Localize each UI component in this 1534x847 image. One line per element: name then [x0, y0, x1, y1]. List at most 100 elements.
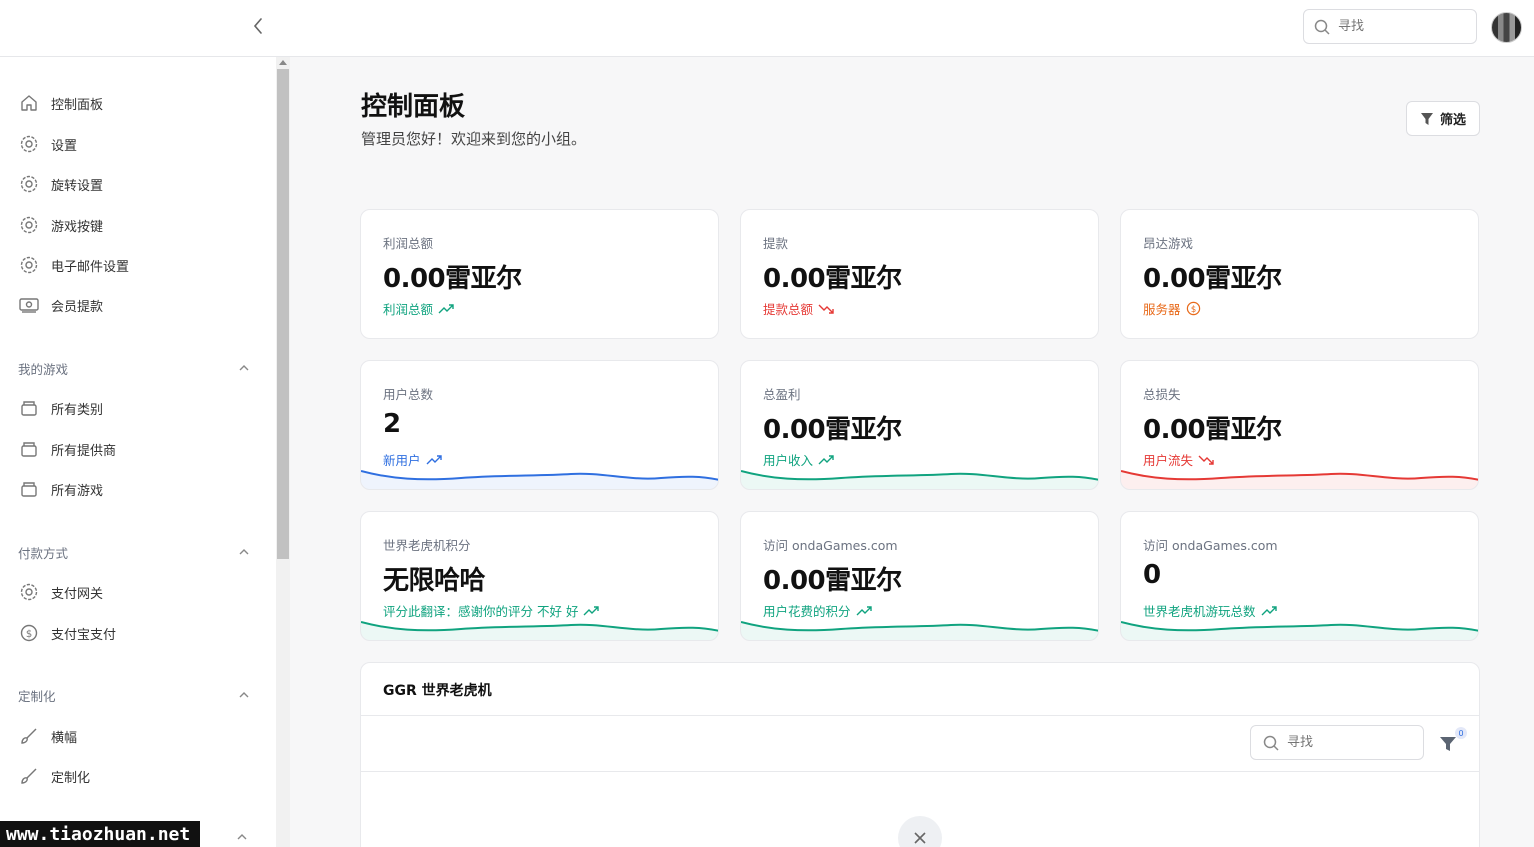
avatar[interactable]	[1491, 12, 1522, 43]
sidebar-item-game-keys[interactable]: 游戏按键	[18, 213, 103, 237]
stat-card-label: 访问 ondaGames.com	[1143, 538, 1278, 553]
sidebar-item-label: 旋转设置	[51, 178, 104, 194]
brush-icon	[18, 765, 40, 787]
sidebar-item-label: 横幅	[51, 730, 78, 746]
stat-card-label: 世界老虎机积分	[383, 538, 471, 553]
watermark: www.tiaozhuan.net	[0, 821, 200, 847]
sidebar-item-email-settings[interactable]: 电子邮件设置	[18, 253, 129, 277]
top-search-box[interactable]	[1303, 9, 1477, 44]
section-customization[interactable]: 定制化	[18, 685, 250, 705]
stat-card-value: 0	[1143, 560, 1161, 590]
stat-card: 世界老虎机积分 无限哈哈 评分此翻译：感谢你的评分 不好 好	[360, 511, 719, 641]
svg-text:$: $	[1190, 304, 1195, 314]
sparkline	[741, 621, 1098, 640]
funnel-icon	[1420, 112, 1433, 125]
sidebar-item-label: 所有类别	[51, 402, 104, 418]
sidebar-item-label: 定制化	[51, 770, 91, 786]
sparkline	[1121, 470, 1478, 489]
gear-icon	[18, 173, 40, 195]
stat-card: 提款 0.00雷亚尔 提款总额	[740, 209, 1099, 339]
search-icon	[1314, 19, 1330, 35]
stat-card-label: 总损失	[1143, 387, 1181, 402]
chevron-up-icon	[239, 365, 249, 371]
stat-card-value: 0.00雷亚尔	[763, 415, 902, 445]
gear-icon	[18, 581, 40, 603]
divider	[361, 715, 1479, 716]
section-title: 我的游戏	[18, 361, 69, 377]
empty-state-close-icon	[898, 816, 942, 847]
sparkline-area	[741, 471, 1098, 489]
box-icon	[18, 438, 40, 460]
stat-card: 用户总数 2 新用户	[360, 360, 719, 490]
scroll-up-arrow[interactable]	[279, 60, 287, 65]
sidebar-item-payment-gateway[interactable]: 支付网关	[18, 580, 103, 604]
cash-icon	[18, 294, 40, 316]
top-search-input[interactable]	[1338, 19, 1458, 34]
stat-card-label: 用户总数	[383, 387, 434, 402]
sidebar-item-spin-settings[interactable]: 旋转设置	[18, 172, 103, 196]
sidebar-item-label: 所有游戏	[51, 483, 104, 499]
sidebar-scrollbar[interactable]	[276, 57, 290, 847]
brush-icon	[18, 725, 40, 747]
home-icon	[18, 92, 40, 114]
section-my-games[interactable]: 我的游戏	[18, 358, 250, 378]
stat-card: 访问 ondaGames.com 0 世界老虎机游玩总数	[1120, 511, 1479, 641]
sparkline-area	[741, 622, 1098, 640]
sparkline	[741, 470, 1098, 489]
sparkline-area	[361, 471, 718, 489]
sidebar-item-dashboard[interactable]: 控制面板	[18, 91, 103, 115]
sidebar-item-all-providers[interactable]: 所有提供商	[18, 437, 116, 461]
sparkline	[361, 470, 718, 489]
stat-card-trend-label: 提款总额	[763, 302, 814, 317]
gear-icon	[18, 254, 40, 276]
sidebar-item-label: 所有提供商	[51, 443, 117, 459]
stat-card: 利润总额 0.00雷亚尔 利润总额	[360, 209, 719, 339]
filter-count-badge: 0	[1455, 727, 1467, 739]
sidebar-item-label: 设置	[51, 138, 78, 154]
chevron-up-icon	[239, 549, 249, 555]
stat-card-value: 0.00雷亚尔	[383, 264, 522, 294]
box-icon	[18, 397, 40, 419]
trending-up-icon	[438, 303, 454, 313]
chevron-up-icon[interactable]	[236, 833, 248, 841]
sidebar-item-alipay[interactable]: $ 支付宝支付	[18, 621, 116, 645]
stat-card: 总损失 0.00雷亚尔 用户流失	[1120, 360, 1479, 490]
sidebar-item-label: 支付宝支付	[51, 627, 117, 643]
sidebar-item-customization[interactable]: 定制化	[18, 764, 90, 788]
table-search-box[interactable]	[1250, 725, 1424, 760]
stat-card-label: 访问 ondaGames.com	[763, 538, 898, 553]
top-bar	[0, 0, 1534, 57]
stat-card: 访问 ondaGames.com 0.00雷亚尔 用户花费的积分	[740, 511, 1099, 641]
stat-card-value: 0.00雷亚尔	[1143, 415, 1282, 445]
sidebar-collapse-button[interactable]	[246, 14, 270, 38]
dollar-circle-icon: $	[1186, 301, 1200, 316]
filter-button-label: 筛选	[1439, 113, 1466, 128]
chevron-left-icon	[253, 18, 262, 34]
table-search-input[interactable]	[1287, 735, 1407, 750]
sidebar-item-label: 电子邮件设置	[51, 259, 130, 275]
search-icon	[1263, 735, 1279, 751]
sidebar-item-settings[interactable]: 设置	[18, 132, 77, 156]
stat-card-label: 总盈利	[763, 387, 801, 402]
filter-button[interactable]: 筛选	[1406, 101, 1480, 136]
trending-down-icon	[818, 304, 834, 314]
sparkline-area	[1121, 471, 1478, 489]
stat-card: 总盈利 0.00雷亚尔 用户收入	[740, 360, 1099, 490]
section-payment-methods[interactable]: 付款方式	[18, 542, 250, 562]
sidebar-item-label: 游戏按键	[51, 219, 104, 235]
sidebar-item-label: 支付网关	[51, 586, 104, 602]
sidebar-item-all-games[interactable]: 所有游戏	[18, 477, 103, 501]
sidebar-item-all-categories[interactable]: 所有类别	[18, 396, 103, 420]
divider	[361, 771, 1479, 772]
section-title: 付款方式	[18, 545, 69, 561]
stat-card-value: 0.00雷亚尔	[1143, 264, 1282, 294]
sidebar-item-label: 控制面板	[51, 97, 104, 113]
scrollbar-thumb[interactable]	[277, 69, 289, 559]
dollar-circle-icon: $	[18, 622, 40, 644]
page-subtitle: 管理员您好！欢迎来到您的小组。	[361, 130, 587, 148]
sidebar-item-withdrawals[interactable]: 会员提款	[18, 293, 103, 317]
sparkline-area	[1121, 622, 1478, 640]
stat-card-trend: 利润总额	[383, 299, 454, 318]
ggr-table-card: GGR 世界老虎机 0	[360, 662, 1480, 847]
sidebar-item-banners[interactable]: 横幅	[18, 724, 77, 748]
